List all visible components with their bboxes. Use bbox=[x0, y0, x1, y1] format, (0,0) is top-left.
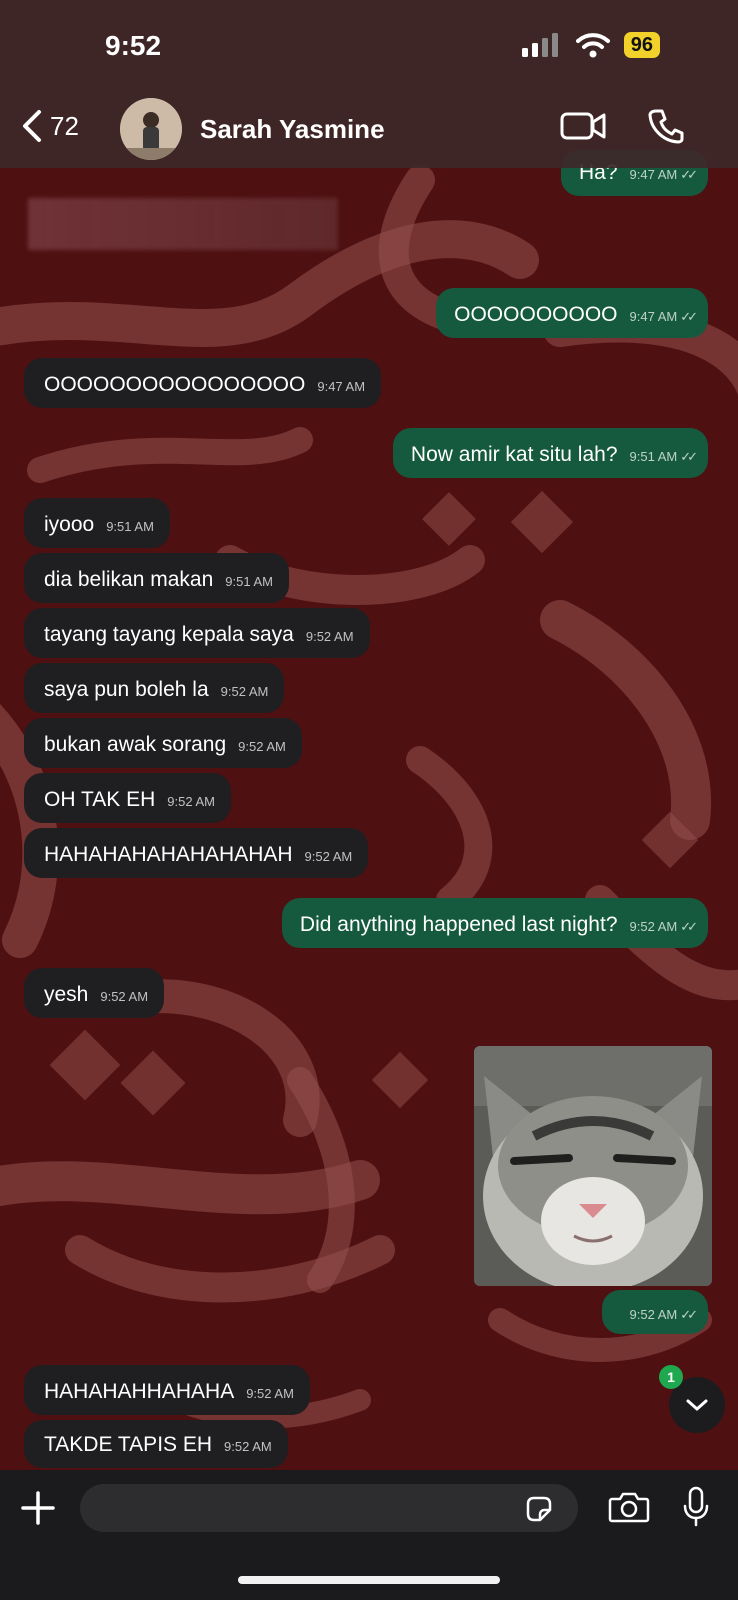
home-indicator bbox=[238, 1576, 500, 1584]
message-text: TAKDE TAPIS EH bbox=[44, 1433, 213, 1456]
message-bubble-incoming[interactable]: TAKDE TAPIS EH 9:52 AM bbox=[24, 1420, 288, 1468]
message-meta: 9:52 AM ✓✓ bbox=[629, 914, 698, 940]
message-time: 9:47 AM bbox=[317, 379, 366, 394]
message-time: 9:52 AM bbox=[238, 739, 286, 754]
message-meta: 9:51 AM ✓✓ bbox=[629, 444, 698, 470]
plus-icon bbox=[21, 1491, 55, 1525]
message-bubble-incoming[interactable]: saya pun boleh la 9:52 AM bbox=[24, 663, 285, 713]
message-bubble-outgoing[interactable]: 9:52 AM ✓✓ bbox=[601, 1290, 708, 1334]
message-time: 9:52 AM bbox=[246, 1386, 294, 1401]
double-check-icon: ✓✓ bbox=[680, 919, 698, 934]
chevron-down-icon bbox=[686, 1399, 708, 1411]
message-time: 9:52 AM bbox=[304, 849, 353, 864]
double-check-icon: ✓✓ bbox=[680, 309, 698, 324]
voice-call-button[interactable] bbox=[648, 108, 684, 149]
redacted-region bbox=[28, 198, 338, 250]
message-text: bukan awak sorang bbox=[44, 733, 227, 756]
message-time: 9:51 AM bbox=[629, 449, 678, 464]
message-input[interactable] bbox=[80, 1484, 578, 1532]
cat-photo bbox=[474, 1046, 712, 1286]
message-meta: 9:52 AM ✓✓ bbox=[629, 1302, 698, 1328]
microphone-button[interactable] bbox=[682, 1486, 710, 1533]
message-bubble-incoming[interactable]: iyooo 9:51 AM bbox=[24, 498, 170, 548]
message-text: dia belikan makan bbox=[44, 568, 214, 591]
message-time: 9:52 AM bbox=[305, 629, 354, 644]
double-check-icon: ✓✓ bbox=[680, 1307, 698, 1322]
message-time: 9:47 AM bbox=[629, 309, 678, 324]
message-text: HAHAHAHAHAHAHAHAH bbox=[44, 843, 293, 866]
chevron-left-icon bbox=[23, 110, 41, 142]
message-time: 9:52 AM bbox=[220, 684, 269, 699]
message-time: 9:52 AM bbox=[167, 794, 215, 809]
status-icons: 96 bbox=[521, 32, 660, 58]
message-text: OOOOOOOOOOOOOOOO bbox=[44, 373, 306, 396]
battery-level: 96 bbox=[623, 32, 660, 58]
sticker-button[interactable] bbox=[524, 1494, 554, 1529]
message-meta: 9:47 AM ✓✓ bbox=[629, 304, 698, 330]
avatar[interactable] bbox=[120, 98, 182, 160]
back-button[interactable]: 72 bbox=[20, 108, 79, 144]
message-text: Did anything happened last night? bbox=[299, 913, 618, 936]
message-text: saya pun boleh la bbox=[44, 678, 209, 701]
message-bubble-incoming[interactable]: tayang tayang kepala saya 9:52 AM bbox=[24, 608, 370, 658]
message-bubble-incoming[interactable]: OOOOOOOOOOOOOOOO 9:47 AM bbox=[24, 358, 382, 408]
microphone-icon bbox=[683, 1486, 709, 1527]
message-time: 9:52 AM bbox=[629, 1307, 678, 1322]
message-time: 9:52 AM bbox=[629, 919, 678, 934]
message-text: yesh bbox=[44, 983, 89, 1006]
camera-button[interactable] bbox=[608, 1490, 650, 1529]
message-time: 9:51 AM bbox=[225, 574, 273, 589]
image-message[interactable] bbox=[474, 1046, 712, 1286]
video-camera-icon bbox=[560, 112, 606, 140]
message-time: 9:52 AM bbox=[224, 1439, 272, 1454]
status-time: 9:52 bbox=[105, 30, 162, 61]
message-text: OOOOOOOOOO bbox=[454, 303, 618, 326]
phone-icon bbox=[648, 109, 684, 144]
video-call-button[interactable] bbox=[560, 110, 606, 147]
message-text: HAHAHAHHAHAHA bbox=[44, 1380, 235, 1403]
sticker-icon bbox=[526, 1496, 552, 1522]
double-check-icon: ✓✓ bbox=[680, 449, 698, 464]
contact-name[interactable]: Sarah Yasmine bbox=[200, 114, 385, 145]
message-text: tayang tayang kepala saya bbox=[44, 623, 294, 646]
message-bubble-outgoing[interactable]: OOOOOOOOOO 9:47 AM ✓✓ bbox=[436, 288, 708, 338]
message-bubble-outgoing[interactable]: Did anything happened last night? 9:52 A… bbox=[281, 898, 708, 948]
message-bubble-incoming[interactable]: OH TAK EH 9:52 AM bbox=[24, 773, 231, 823]
camera-icon bbox=[608, 1492, 650, 1523]
chat-header: 9:52 96 72 Sarah Yasmine bbox=[0, 0, 738, 168]
message-text: OH TAK EH bbox=[44, 788, 156, 811]
attach-button[interactable] bbox=[20, 1490, 56, 1531]
message-bubble-outgoing[interactable]: Now amir kat situ lah? 9:51 AM ✓✓ bbox=[392, 428, 708, 478]
message-bubble-incoming[interactable]: dia belikan makan 9:51 AM bbox=[24, 553, 289, 603]
composer-bar bbox=[0, 1470, 738, 1600]
message-bubble-incoming[interactable]: HAHAHAHHAHAHA 9:52 AM bbox=[24, 1365, 310, 1415]
message-text: iyooo bbox=[44, 513, 95, 536]
message-bubble-incoming[interactable]: HAHAHAHAHAHAHAHAH 9:52 AM bbox=[24, 828, 369, 878]
message-bubble-incoming[interactable]: bukan awak sorang 9:52 AM bbox=[24, 718, 302, 768]
cellular-signal-icon bbox=[521, 33, 558, 57]
unread-badge: 1 bbox=[659, 1365, 683, 1389]
message-bubble-incoming[interactable]: yesh 9:52 AM bbox=[24, 968, 165, 1018]
unread-chats-count: 72 bbox=[50, 110, 79, 141]
message-text: Now amir kat situ lah? bbox=[410, 443, 618, 466]
message-time: 9:52 AM bbox=[100, 989, 149, 1004]
message-time: 9:51 AM bbox=[106, 519, 154, 534]
avatar-photo bbox=[120, 98, 182, 160]
wifi-icon bbox=[575, 33, 610, 58]
